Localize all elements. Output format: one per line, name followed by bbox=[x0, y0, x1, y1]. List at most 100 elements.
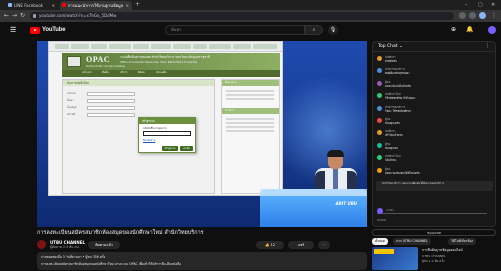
pinned-message[interactable]: สำนักวิทยบริการ: สอบถามเพิ่มเติมได้ที่เค… bbox=[376, 181, 493, 191]
youtube-play-icon bbox=[30, 26, 40, 34]
chip-channel[interactable]: จาก UTBU CHANNEL bbox=[393, 238, 431, 245]
chat-message[interactable]: สำนักวิทยบริการ ใช่ค่ะ ใช้รหัสนักศึกษา bbox=[377, 105, 493, 114]
back-icon[interactable]: ← bbox=[4, 12, 9, 20]
panel-header: ค้นหาหนังสือใหม่ bbox=[63, 80, 214, 86]
opac-subtitle: Online Public Access Catalog bbox=[86, 64, 125, 68]
minimize-button[interactable]: – bbox=[465, 1, 468, 9]
recommended-video[interactable]: การสืบค้นฐานข้อมูลออนไลน์ UTBU CHANNEL ผ… bbox=[372, 247, 496, 270]
tab-favicon bbox=[8, 3, 12, 7]
new-tab-button[interactable]: + bbox=[135, 1, 140, 9]
chat-message[interactable]: ผู้ชม ขอบคุณค่ะ bbox=[377, 142, 493, 151]
forward-icon[interactable]: → bbox=[12, 12, 17, 20]
chat-avatar[interactable] bbox=[377, 118, 382, 123]
subscribe-button[interactable]: ติดตามแล้ว bbox=[88, 241, 120, 249]
chat-text: ยินดีต้อนรับทุกคนค่ะ bbox=[385, 71, 410, 76]
youtube-logo[interactable]: YouTube bbox=[30, 26, 66, 34]
description-line: การลงทะเบียนสมัครสมาชิกห้องสมุดของนักศึก… bbox=[41, 262, 181, 266]
chat-avatar[interactable] bbox=[377, 56, 382, 61]
extension-icon[interactable] bbox=[459, 12, 466, 19]
opac-nav-item: บริการ bbox=[120, 71, 128, 74]
form-field bbox=[87, 92, 135, 96]
browser-tab-active[interactable]: การแนะนำการใช้งานฐานข้อมูล ✕ bbox=[60, 1, 132, 10]
more-actions-button[interactable]: ⋯ bbox=[318, 241, 330, 249]
chat-avatar[interactable] bbox=[377, 68, 382, 74]
browser-tab[interactable]: LINE Facebook ✕ bbox=[6, 1, 58, 10]
chip-related[interactable]: วิดีโอที่เกี่ยวข้อง bbox=[448, 238, 476, 245]
chat-avatar[interactable] bbox=[377, 93, 382, 99]
chat-text: สวัสดีครับ bbox=[385, 59, 397, 63]
address-bar[interactable]: youtube.com/watch?v=x7hGo_5DdMw bbox=[30, 12, 454, 20]
close-icon[interactable]: ✕ bbox=[126, 1, 129, 10]
presenter-hair bbox=[327, 150, 344, 157]
chat-avatar[interactable] bbox=[377, 130, 382, 136]
extension-icon[interactable] bbox=[469, 12, 476, 19]
window-close-button[interactable]: ✕ bbox=[491, 1, 495, 9]
chat-avatar[interactable] bbox=[377, 142, 382, 148]
chat-text: เข้าใจแล้วครับ bbox=[385, 133, 403, 138]
panel-title: ค้นหาหนังสือใหม่ bbox=[67, 81, 90, 85]
chat-avatar[interactable] bbox=[377, 155, 382, 161]
hide-chat-button[interactable]: ซ่อนแชท bbox=[372, 229, 496, 236]
chat-message[interactable]: ผู้ชม ลงทะเบียนได้แล้วครับ bbox=[377, 80, 493, 89]
search-input[interactable]: ค้นหา bbox=[165, 25, 305, 35]
chat-input[interactable]: แชท... bbox=[377, 207, 487, 214]
chat-message[interactable]: ผู้ชม สอบถามเพิ่มเติมได้ที่ไหนครับ bbox=[377, 167, 493, 176]
dialog-header: เข้าสู่ระบบ bbox=[139, 118, 195, 124]
dialog-ok-button: เข้าสู่ระบบ bbox=[162, 146, 178, 151]
url-text: youtube.com/watch?v=x7hGo_5DdMw bbox=[39, 13, 117, 18]
opac-side-panel: ค้นหาด่วน ข่าวสาร bbox=[221, 79, 280, 194]
chip-all[interactable]: ทั้งหมด bbox=[372, 238, 388, 245]
chat-message[interactable]: นักศึกษา เข้าใจแล้วครับ bbox=[377, 129, 493, 138]
chat-placeholder: แชท... bbox=[386, 208, 397, 212]
close-icon[interactable]: ✕ bbox=[52, 1, 55, 10]
chat-avatar[interactable] bbox=[377, 80, 382, 86]
search-icon[interactable]: ⌕ bbox=[305, 25, 323, 35]
forgot-password-link: ลืมรหัสผ่าน bbox=[143, 139, 156, 142]
channel-avatar[interactable] bbox=[37, 240, 46, 249]
side-line bbox=[226, 94, 274, 96]
opac-nav-item: สืบค้น bbox=[102, 71, 109, 74]
side-title: ค้นหาด่วน bbox=[225, 81, 237, 84]
avatar[interactable] bbox=[488, 26, 496, 34]
maximize-button[interactable]: ▢ bbox=[478, 1, 483, 9]
browser-toolbar: ← → ↻ youtube.com/watch?v=x7hGo_5DdMw ⋮ bbox=[0, 10, 501, 22]
hamburger-icon[interactable]: ☰ bbox=[10, 26, 16, 34]
menu-icon[interactable]: ⋮ bbox=[491, 12, 497, 20]
bookmark bbox=[133, 44, 149, 49]
chat-message[interactable]: ผู้ชม ขอบคุณครับ bbox=[377, 117, 493, 126]
like-button[interactable]: 👍 12 bbox=[256, 241, 284, 249]
reload-icon[interactable]: ↻ bbox=[20, 12, 25, 20]
chat-header: Top Chat ⌄ ⋮ bbox=[373, 42, 495, 52]
share-button[interactable]: แชร์ bbox=[288, 241, 314, 249]
chat-message[interactable]: นักศึกษาใหม่ ใช้รหัสนักศึกษาใช่ไหมคะ bbox=[377, 92, 493, 101]
tab-label: LINE Facebook bbox=[14, 3, 43, 8]
mic-icon[interactable]: 🎙 bbox=[328, 25, 338, 35]
video-thumbnail[interactable] bbox=[372, 247, 418, 270]
dialog-input bbox=[143, 131, 191, 136]
form-field bbox=[87, 99, 135, 103]
chat-mode-dropdown[interactable]: Top Chat ⌄ bbox=[378, 44, 403, 49]
pinned-text: สำนักวิทยบริการ: สอบถามเพิ่มเติมได้ที่เค… bbox=[382, 182, 444, 185]
bookmark bbox=[55, 44, 69, 49]
description-box[interactable]: ถ่ายทอดสดเมื่อ 3 วันที่ผ่านมา • ผู้ชม 35… bbox=[37, 252, 367, 270]
screen: LINE Facebook ✕ การแนะนำการใช้งานฐานข้อม… bbox=[0, 0, 501, 271]
chat-avatar[interactable] bbox=[377, 105, 382, 111]
profile-icon[interactable] bbox=[479, 12, 486, 19]
dialog-cancel-button: ยกเลิก bbox=[180, 146, 193, 151]
form-field bbox=[87, 106, 135, 110]
opac-nav: หน้าแรก สืบค้น บริการ ติดต่อ ช่วยเหลือ bbox=[62, 70, 280, 77]
chat-message[interactable]: นักศึกษาใหม่ ได้แล้วค่ะ bbox=[377, 154, 493, 163]
chat-message[interactable]: สำนักวิทยบริการ ยินดีต้อนรับทุกคนค่ะ bbox=[377, 67, 493, 76]
bookmark bbox=[151, 44, 171, 49]
bookmark bbox=[233, 44, 251, 49]
desk-band bbox=[260, 189, 367, 196]
notifications-icon[interactable]: 🔔 bbox=[466, 26, 473, 34]
chat-message[interactable]: นักศึกษา สวัสดีครับ bbox=[377, 55, 493, 64]
rec-channel: UTBU CHANNEL bbox=[422, 254, 446, 258]
video-title: การลงทะเบียนสมัครสมาชิกห้องสมุดของนักศึก… bbox=[37, 230, 204, 236]
chat-avatar[interactable] bbox=[377, 167, 382, 173]
more-icon[interactable]: ⋮ bbox=[485, 43, 490, 49]
create-icon[interactable]: ⊕ bbox=[451, 26, 456, 34]
dialog-title: เข้าสู่ระบบ bbox=[142, 119, 155, 123]
video-player[interactable]: OPAC Online Public Access Catalog ระบบสื… bbox=[37, 41, 367, 227]
